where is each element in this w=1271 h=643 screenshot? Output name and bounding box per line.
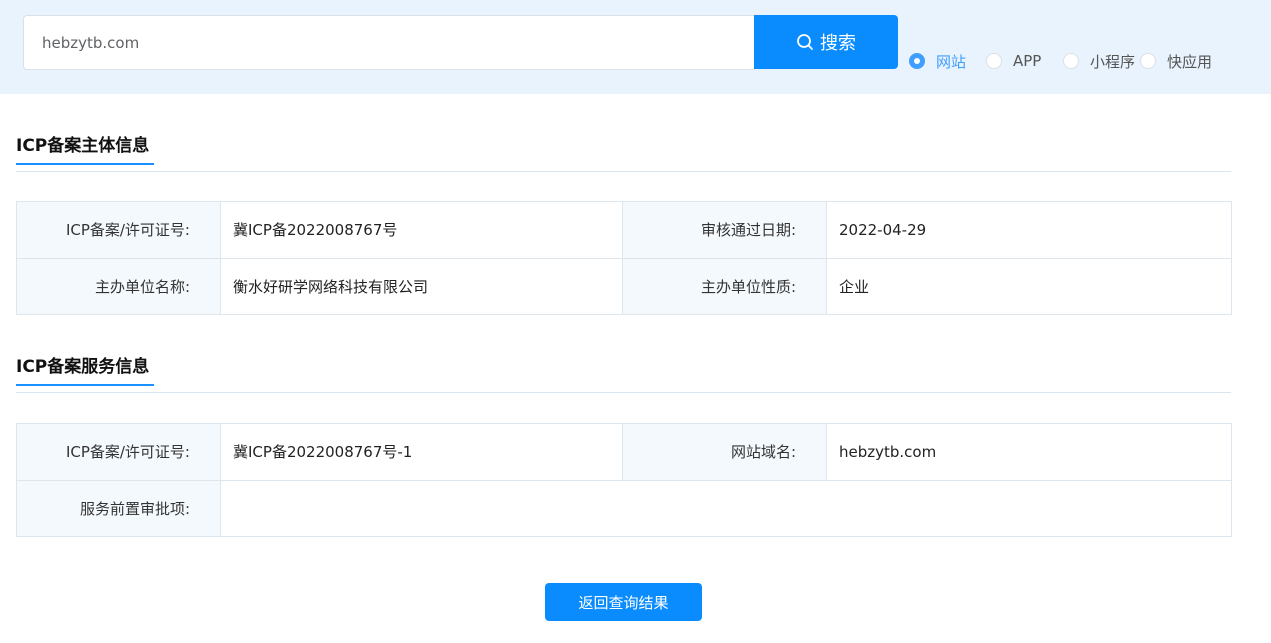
service-section-title: ICP备案服务信息 bbox=[16, 352, 154, 386]
radio-dot-icon bbox=[1140, 53, 1156, 69]
search-button-label: 搜索 bbox=[820, 33, 856, 54]
radio-dot-icon bbox=[909, 53, 925, 69]
radio-app[interactable]: APP bbox=[986, 52, 1063, 70]
cell-value: 冀ICP备2022008767号 bbox=[220, 201, 623, 259]
table-row: ICP备案/许可证号: 冀ICP备2022008767号 审核通过日期: 202… bbox=[16, 201, 1232, 259]
service-title-text: ICP备案服务信息 bbox=[16, 357, 150, 377]
type-radio-group: 网站 APP 小程序 快应用 bbox=[909, 50, 1212, 72]
title-underline bbox=[16, 384, 154, 386]
radio-dot-icon bbox=[1063, 53, 1079, 69]
cell-label: 主办单位性质: bbox=[622, 257, 827, 315]
cell-label: 服务前置审批项: bbox=[16, 479, 221, 537]
cell-value: 企业 bbox=[826, 257, 1232, 315]
radio-label: 网站 bbox=[936, 52, 967, 71]
radio-label: 快应用 bbox=[1167, 52, 1213, 71]
cell-value: hebzytb.com bbox=[826, 423, 1232, 481]
radio-label: 小程序 bbox=[1090, 52, 1136, 71]
service-info-table: ICP备案/许可证号: 冀ICP备2022008767号-1 网站域名: heb… bbox=[16, 423, 1232, 537]
title-underline bbox=[16, 163, 154, 165]
cell-value bbox=[220, 479, 1232, 537]
search-band: 搜索 网站 APP 小程序 快应用 bbox=[0, 0, 1271, 94]
table-row: 服务前置审批项: bbox=[16, 479, 1232, 537]
subject-info-table: ICP备案/许可证号: 冀ICP备2022008767号 审核通过日期: 202… bbox=[16, 201, 1232, 315]
back-to-results-button[interactable]: 返回查询结果 bbox=[545, 583, 702, 621]
radio-website[interactable]: 网站 bbox=[909, 51, 986, 72]
subject-section-title: ICP备案主体信息 bbox=[16, 131, 154, 165]
cell-value: 衡水好研学网络科技有限公司 bbox=[220, 257, 623, 315]
radio-miniprogram[interactable]: 小程序 bbox=[1063, 51, 1140, 72]
cell-label: 网站域名: bbox=[622, 423, 827, 481]
cell-value: 2022-04-29 bbox=[826, 201, 1232, 259]
radio-label: APP bbox=[1013, 52, 1042, 70]
subject-title-text: ICP备案主体信息 bbox=[16, 136, 150, 156]
radio-quickapp[interactable]: 快应用 bbox=[1140, 51, 1212, 72]
section-divider bbox=[16, 171, 1231, 172]
search-button[interactable]: 搜索 bbox=[754, 15, 898, 69]
cell-label: ICP备案/许可证号: bbox=[16, 201, 221, 259]
search-input[interactable] bbox=[23, 15, 755, 70]
cell-value: 冀ICP备2022008767号-1 bbox=[220, 423, 623, 481]
search-icon bbox=[797, 34, 813, 50]
cell-label: ICP备案/许可证号: bbox=[16, 423, 221, 481]
cell-label: 主办单位名称: bbox=[16, 257, 221, 315]
table-row: 主办单位名称: 衡水好研学网络科技有限公司 主办单位性质: 企业 bbox=[16, 257, 1232, 315]
radio-dot-icon bbox=[986, 53, 1002, 69]
table-row: ICP备案/许可证号: 冀ICP备2022008767号-1 网站域名: heb… bbox=[16, 423, 1232, 481]
section-divider bbox=[16, 392, 1231, 393]
cell-label: 审核通过日期: bbox=[622, 201, 827, 259]
